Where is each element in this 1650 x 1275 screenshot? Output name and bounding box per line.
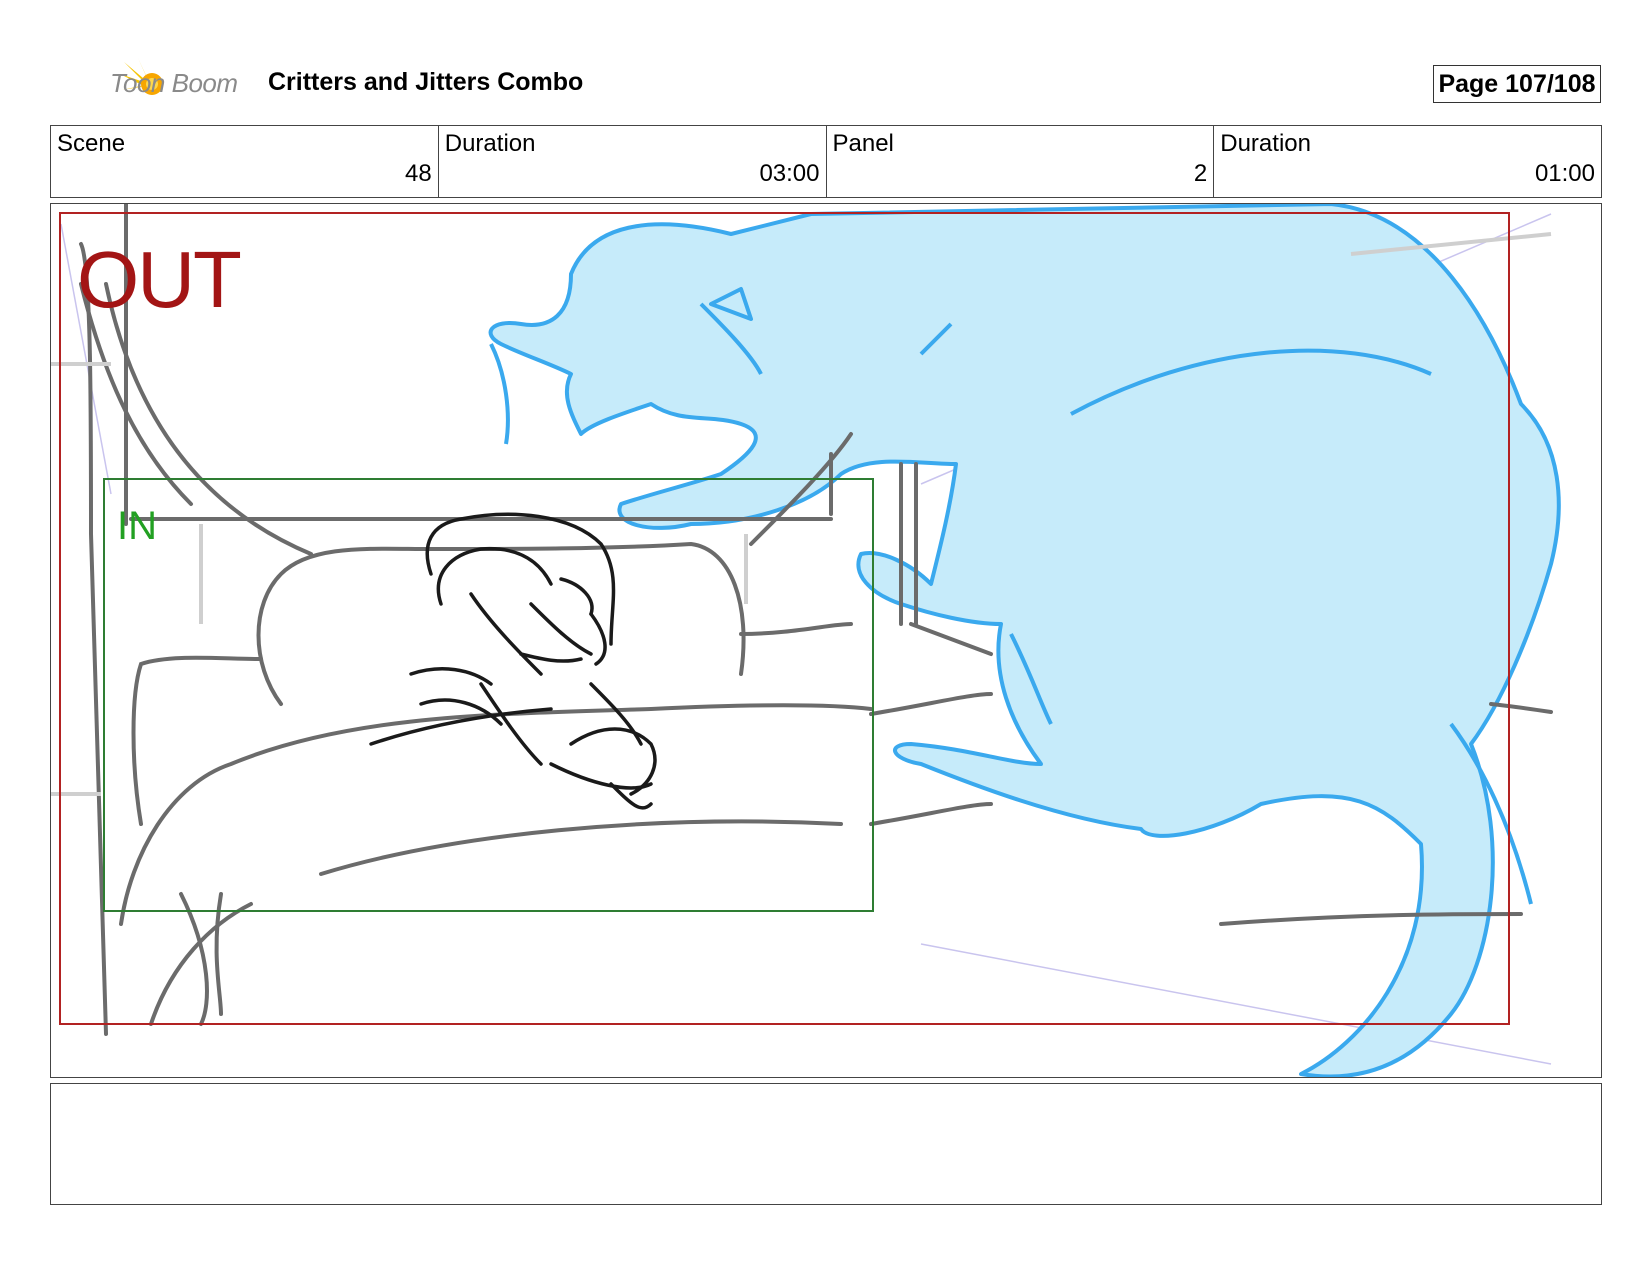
logo-text: Toon Boom [110, 68, 238, 98]
scene-value: 48 [405, 160, 432, 187]
panel-notes-box [50, 1083, 1602, 1205]
scene-duration-label: Duration [444, 130, 536, 157]
out-frame-label: OUT [77, 235, 242, 324]
project-title: Critters and Jitters Combo [268, 68, 584, 96]
scene-duration-cell: Duration 03:00 [439, 126, 827, 197]
scene-info-table: Scene 48 Duration 03:00 Panel 2 Duration… [50, 125, 1602, 198]
panel-cell: Panel 2 [827, 126, 1215, 197]
panel-duration-label: Duration [1220, 130, 1311, 157]
page-number: Page 107/108 [1433, 65, 1601, 103]
scene-cell: Scene 48 [51, 126, 439, 197]
in-frame-label: IN [117, 504, 157, 548]
scene-label: Scene [57, 130, 126, 157]
creature-sketch [488, 204, 1561, 1077]
character-sketch [369, 512, 657, 810]
panel-value: 2 [1193, 160, 1208, 187]
panel-duration-cell: Duration 01:00 [1214, 126, 1601, 197]
storyboard-panel: OUT IN [50, 203, 1602, 1078]
panel-label: Panel [832, 130, 894, 157]
scene-duration-value: 03:00 [759, 160, 820, 187]
panel-duration-value: 01:00 [1534, 160, 1595, 187]
panel-drawing [51, 204, 1561, 1077]
